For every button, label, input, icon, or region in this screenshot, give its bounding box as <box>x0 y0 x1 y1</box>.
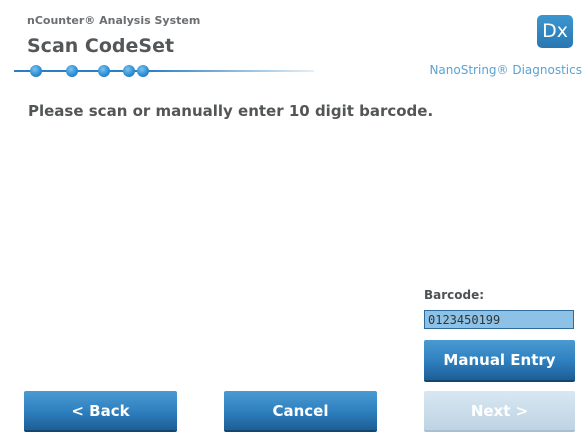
scan-codeset-screen: nCounter® Analysis System Scan CodeSet D… <box>0 0 582 439</box>
progress-step-dot <box>123 65 135 77</box>
progress-step-dot <box>30 65 42 77</box>
page-title: Scan CodeSet <box>27 35 175 57</box>
next-button[interactable]: Next > <box>424 391 575 432</box>
manual-entry-button[interactable]: Manual Entry <box>424 340 575 382</box>
instruction-text: Please scan or manually enter 10 digit b… <box>28 102 434 120</box>
progress-indicator <box>14 64 314 78</box>
cancel-button[interactable]: Cancel <box>224 391 377 432</box>
barcode-input[interactable] <box>424 310 574 329</box>
progress-line <box>14 70 314 72</box>
barcode-label: Barcode: <box>424 288 485 302</box>
progress-step-dot <box>66 65 78 77</box>
brand-name: NanoString® Diagnostics <box>429 63 582 77</box>
progress-step-dot <box>137 65 149 77</box>
dx-logo: Dx <box>537 15 573 48</box>
app-subtitle: nCounter® Analysis System <box>27 14 201 27</box>
back-button[interactable]: < Back <box>24 391 177 432</box>
progress-step-dot <box>98 65 110 77</box>
